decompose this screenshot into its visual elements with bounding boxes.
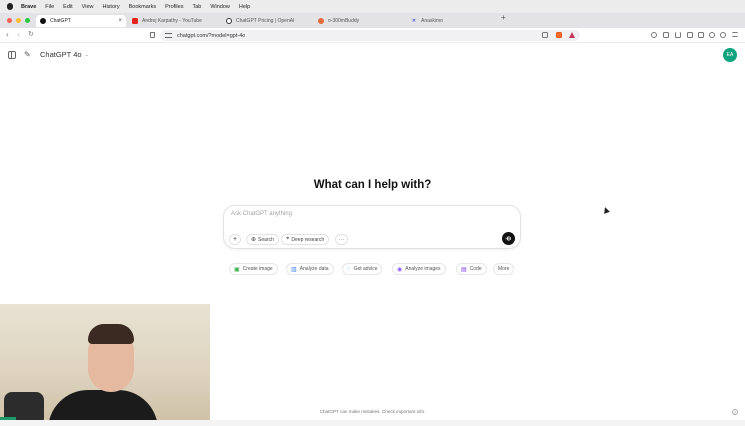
- reload-icon[interactable]: ↻: [28, 30, 34, 40]
- chevron-down-icon: ⌄: [84, 51, 89, 58]
- close-tab-icon[interactable]: ×: [118, 18, 122, 24]
- tab-label: ChatGPT: [50, 18, 71, 24]
- search-button-label: Search: [258, 236, 274, 243]
- chip-get-advice[interactable]: ◌ Get advice: [342, 263, 383, 275]
- menu-hamburger-icon[interactable]: [732, 32, 738, 37]
- menu-history[interactable]: History: [102, 4, 119, 10]
- avatar[interactable]: EA: [723, 48, 737, 62]
- youtube-icon: [132, 18, 138, 24]
- apple-icon[interactable]: [7, 3, 13, 10]
- brave-shields-icon[interactable]: [556, 32, 562, 38]
- attach-plus-icon[interactable]: +: [229, 234, 241, 245]
- chip-create-image[interactable]: ▣ Create image: [229, 263, 278, 275]
- url-text[interactable]: chatgpt.com/?model=gpt-4o: [177, 33, 245, 39]
- chip-label: Create image: [242, 266, 273, 272]
- code-icon: ▤: [461, 266, 467, 273]
- menu-app-name[interactable]: Brave: [21, 4, 36, 10]
- chip-analyze-data[interactable]: ▥ Analyze data: [286, 263, 334, 275]
- bookmark-icon[interactable]: [150, 32, 155, 38]
- prompt-input[interactable]: Ask ChatGPT anything: [231, 211, 292, 217]
- openai-icon: [226, 18, 232, 24]
- chip-label: Code: [469, 266, 482, 272]
- telescope-icon: ⌖: [286, 236, 290, 242]
- lightbulb-icon: ◌: [347, 266, 351, 272]
- image-icon: ▣: [234, 266, 240, 273]
- new-tab-button[interactable]: +: [501, 14, 506, 22]
- deep-research-label: Deep research: [291, 236, 325, 243]
- chip-label: Analyze data: [299, 266, 329, 272]
- tab-label: o-300mBuddy: [328, 18, 360, 24]
- chip-label: More: [498, 266, 510, 272]
- menu-edit[interactable]: Edit: [63, 4, 72, 10]
- chatgpt-icon: [40, 18, 46, 24]
- tab-youtube[interactable]: Andrej Karpathy - YouTube: [128, 15, 218, 27]
- webcam-overlay: [0, 304, 210, 420]
- menu-bookmarks[interactable]: Bookmarks: [129, 4, 157, 10]
- forward-arrow-icon[interactable]: ›: [17, 30, 20, 40]
- globe-icon: ⊕: [251, 237, 257, 243]
- webcam-person-hair: [88, 324, 134, 344]
- tab-anaskimo[interactable]: ✕ Anaskimo: [407, 15, 497, 27]
- new-chat-icon[interactable]: ✎: [24, 50, 32, 59]
- sidebar-toggle-button[interactable]: [8, 51, 16, 59]
- mac-menu-bar: Brave File Edit View History Bookmarks P…: [0, 0, 745, 13]
- profile-icon[interactable]: [720, 32, 726, 38]
- menu-help[interactable]: Help: [239, 4, 250, 10]
- leo-ai-icon[interactable]: [651, 32, 657, 38]
- share-icon[interactable]: [542, 32, 548, 38]
- mouse-cursor-icon: [602, 206, 610, 214]
- tab-openai-pricing[interactable]: ChatGPT Pricing | OpenAI: [222, 15, 312, 27]
- disclaimer-note: ChatGPT can make mistakes. Check importa…: [319, 409, 426, 414]
- menu-file[interactable]: File: [45, 4, 54, 10]
- tab-strip: ChatGPT × Andrej Karpathy - YouTube Chat…: [0, 13, 745, 28]
- chip-code[interactable]: ▤ Code: [456, 263, 487, 275]
- sidebar-toggle-icon[interactable]: [687, 32, 693, 38]
- chip-label: Get advice: [353, 266, 378, 272]
- menu-profiles[interactable]: Profiles: [165, 4, 183, 10]
- model-label: ChatGPT 4o: [40, 50, 82, 59]
- brave-rewards-icon[interactable]: [569, 32, 575, 38]
- menu-window[interactable]: Window: [210, 4, 230, 10]
- page-title: What can I help with?: [313, 179, 432, 191]
- chip-analyze-images[interactable]: ◉ Analyze images: [392, 263, 446, 275]
- tab-chatgpt[interactable]: ChatGPT ×: [36, 15, 126, 27]
- bottom-edge: [0, 420, 745, 426]
- menu-tab[interactable]: Tab: [192, 4, 201, 10]
- voice-mode-button[interactable]: [502, 232, 515, 245]
- avatar-initials: EA: [726, 52, 734, 58]
- address-bar[interactable]: chatgpt.com/?model=gpt-4o: [160, 30, 580, 41]
- window-controls: [7, 18, 30, 23]
- model-selector[interactable]: ChatGPT 4o ⌄: [40, 50, 89, 59]
- zoom-window-button[interactable]: [25, 18, 30, 23]
- vpn-icon[interactable]: [709, 32, 715, 38]
- eye-icon: ◉: [397, 266, 403, 273]
- help-icon[interactable]: ?: [732, 409, 738, 415]
- search-button[interactable]: ⊕ Search: [246, 234, 279, 245]
- chat-composer[interactable]: Ask ChatGPT anything + ⊕ Search ⌖ Deep r…: [223, 205, 521, 249]
- tab-buddy[interactable]: o-300mBuddy: [314, 15, 404, 27]
- chip-more[interactable]: More: [493, 263, 515, 275]
- back-arrow-icon[interactable]: ‹: [6, 30, 9, 40]
- suggestion-chips: ▣ Create image ▥ Analyze data ◌ Get advi…: [0, 263, 745, 275]
- download-icon[interactable]: [675, 32, 681, 38]
- site-settings-icon[interactable]: [165, 33, 172, 38]
- close-window-button[interactable]: [7, 18, 12, 23]
- chip-label: Analyze images: [405, 266, 441, 272]
- wallet-icon[interactable]: [698, 32, 704, 38]
- x-icon: ✕: [411, 18, 417, 24]
- deep-research-button[interactable]: ⌖ Deep research: [281, 234, 330, 245]
- chart-icon: ▥: [291, 266, 297, 273]
- menu-view[interactable]: View: [82, 4, 94, 10]
- minimize-window-button[interactable]: [16, 18, 21, 23]
- tab-label: Andrej Karpathy - YouTube: [142, 18, 202, 24]
- webcam-chair: [4, 392, 44, 420]
- extensions-icon[interactable]: [663, 32, 669, 38]
- webcam-person-shirt: [48, 390, 158, 420]
- browser-toolbar: ‹ › ↻ chatgpt.com/?model=gpt-4o: [0, 28, 745, 43]
- tab-label: Anaskimo: [421, 18, 443, 24]
- more-tools-icon[interactable]: ···: [335, 234, 348, 245]
- tab-label: ChatGPT Pricing | OpenAI: [236, 18, 295, 24]
- waveform-icon: [505, 236, 511, 241]
- circle-icon: [318, 18, 324, 24]
